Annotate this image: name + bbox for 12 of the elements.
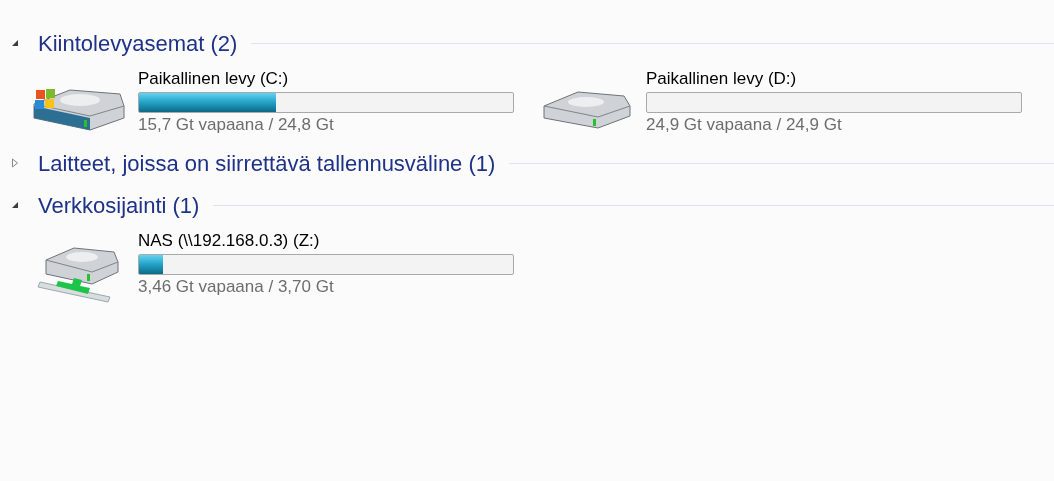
free-space-text: 15,7 Gt vapaana / 24,8 Gt [138, 114, 335, 136]
drive-name[interactable]: Paikallinen levy (D:) [646, 68, 1022, 90]
free-space-text: 3,46 Gt vapaana / 3,70 Gt [138, 276, 335, 298]
collapse-arrow-icon[interactable] [10, 38, 20, 48]
group-header[interactable]: Verkkosijainti (1) [38, 188, 200, 222]
expand-arrow-icon[interactable] [10, 158, 20, 168]
collapse-arrow-icon[interactable] [10, 200, 20, 210]
drive-name[interactable]: Paikallinen levy (C:) [138, 68, 514, 90]
free-space-text: 24,9 Gt vapaana / 24,9 Gt [646, 114, 843, 136]
drive-name[interactable]: NAS (\\192.168.0.3) (Z:) [138, 230, 514, 252]
group-header[interactable]: Laitteet, joissa on siirrettävä tallennusväline (1) [38, 146, 496, 180]
group-header[interactable]: Kiintolevyasemat (2) [38, 26, 238, 60]
